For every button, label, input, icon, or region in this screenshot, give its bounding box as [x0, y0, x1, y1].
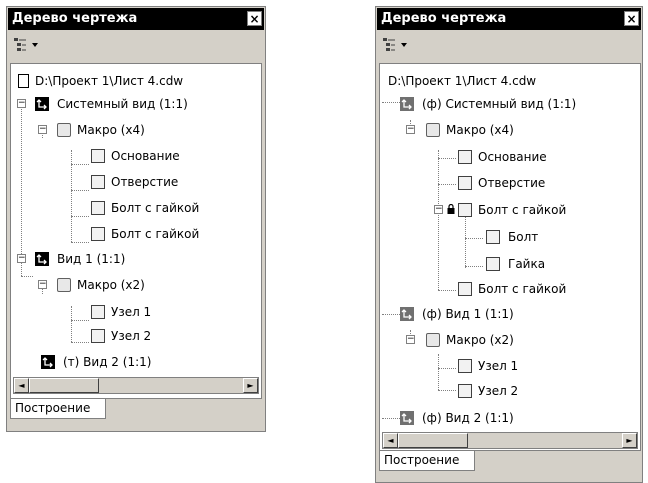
right-close-button[interactable]: ×	[624, 11, 639, 26]
tree-item-label: Болт с гайкой	[111, 227, 200, 241]
macro-icon	[426, 123, 440, 137]
tree-item-label: D:\Проект 1\Лист 4.cdw	[388, 74, 537, 88]
tree-item-label: Вид 1 (1:1)	[57, 252, 126, 266]
tree-item-label: (ф) Вид 2 (1:1)	[422, 411, 514, 425]
fragment-icon	[91, 227, 105, 241]
lock-icon	[447, 204, 455, 214]
tree-item-label: Системный вид (1:1)	[57, 97, 188, 111]
tree-item-label: Болт с гайкой	[111, 201, 200, 215]
tree-item-label: (ф) Системный вид (1:1)	[422, 97, 577, 111]
collapse-toggle[interactable]: −	[406, 125, 415, 134]
collapse-toggle[interactable]: −	[17, 99, 26, 108]
left-close-button[interactable]: ×	[247, 11, 262, 26]
view-icon	[35, 252, 49, 266]
tree-list-icon	[383, 38, 407, 51]
fragment-icon	[91, 175, 105, 189]
left-title-bar: Дерево чертежа ×	[8, 8, 264, 30]
macro-icon	[57, 278, 71, 292]
tree-item-label: Узел 1	[478, 359, 519, 373]
tree-item-label: Узел 2	[111, 329, 152, 343]
right-panel-title: Дерево чертежа	[381, 11, 507, 26]
left-drawing-tree-panel: Дерево чертежа × D:\Проект 1\Лист 4.cdw …	[6, 6, 266, 432]
fragment-icon	[458, 176, 472, 190]
left-toolbar	[8, 31, 264, 57]
tree-item-label: Макро (x4)	[446, 123, 514, 137]
scroll-right-button[interactable]: ►	[622, 433, 637, 448]
scroll-right-button[interactable]: ►	[243, 378, 258, 393]
document-icon	[18, 74, 29, 88]
tree-item-label: Отверстие	[478, 176, 546, 190]
scroll-left-button[interactable]: ◄	[383, 433, 398, 448]
tree-item-label: Болт с гайкой	[478, 282, 567, 296]
view-icon	[400, 97, 414, 111]
right-tab-postroenie[interactable]: Построение	[379, 451, 475, 471]
left-tree-view-menu-button[interactable]	[12, 35, 42, 53]
tree-item-label: Основание	[478, 150, 547, 164]
tree-item-label: Узел 1	[111, 305, 152, 319]
right-title-bar: Дерево чертежа ×	[377, 8, 641, 30]
left-tree-view[interactable]: D:\Проект 1\Лист 4.cdw − Системный вид (…	[10, 63, 262, 399]
tree-item-label: Гайка	[508, 257, 546, 271]
fragment-icon	[91, 149, 105, 163]
fragment-icon	[458, 150, 472, 164]
fragment-icon	[458, 203, 472, 217]
right-tree-view-menu-button[interactable]	[381, 35, 411, 53]
view-icon	[41, 355, 55, 369]
left-tab-postroenie[interactable]: Построение	[10, 399, 106, 419]
scroll-thumb[interactable]	[29, 378, 99, 393]
collapse-toggle[interactable]: −	[434, 205, 443, 214]
collapse-toggle[interactable]: −	[406, 335, 415, 344]
tree-item-label: (т) Вид 2 (1:1)	[63, 355, 152, 369]
left-horizontal-scrollbar[interactable]: ◄ ►	[13, 377, 259, 394]
fragment-icon	[91, 329, 105, 343]
tree-item-label: D:\Проект 1\Лист 4.cdw	[35, 74, 184, 88]
macro-icon	[57, 123, 71, 137]
tree-list-icon	[14, 38, 38, 51]
fragment-icon	[486, 257, 500, 271]
fragment-icon	[91, 305, 105, 319]
tree-item-label: Болт с гайкой	[478, 203, 567, 217]
right-toolbar	[377, 31, 641, 57]
fragment-icon	[458, 282, 472, 296]
collapse-toggle[interactable]: −	[17, 254, 26, 263]
collapse-toggle[interactable]: −	[38, 280, 47, 289]
scroll-left-button[interactable]: ◄	[14, 378, 29, 393]
right-drawing-tree-panel: Дерево чертежа × D:\Проект 1\Лист 4.cdw …	[375, 6, 643, 483]
tree-item-label: Отверстие	[111, 175, 179, 189]
collapse-toggle[interactable]: −	[38, 125, 47, 134]
right-tree-view[interactable]: D:\Проект 1\Лист 4.cdw (ф) Системный вид…	[379, 63, 641, 451]
tree-item-label: Болт	[508, 230, 539, 244]
tree-item-label: Узел 2	[478, 384, 519, 398]
view-icon	[35, 97, 49, 111]
macro-icon	[426, 333, 440, 347]
fragment-icon	[486, 230, 500, 244]
scroll-thumb[interactable]	[398, 433, 468, 448]
tree-item-label: Макро (x4)	[77, 123, 145, 137]
tree-item-label: Основание	[111, 149, 180, 163]
view-icon	[400, 411, 414, 425]
tree-item-label: Макро (x2)	[77, 278, 145, 292]
fragment-icon	[458, 384, 472, 398]
left-panel-title: Дерево чертежа	[12, 11, 138, 26]
right-horizontal-scrollbar[interactable]: ◄ ►	[382, 432, 638, 449]
tree-item-label: (ф) Вид 1 (1:1)	[422, 307, 514, 321]
fragment-icon	[458, 359, 472, 373]
fragment-icon	[91, 201, 105, 215]
tree-item-label: Макро (x2)	[446, 333, 514, 347]
view-icon	[400, 307, 414, 321]
